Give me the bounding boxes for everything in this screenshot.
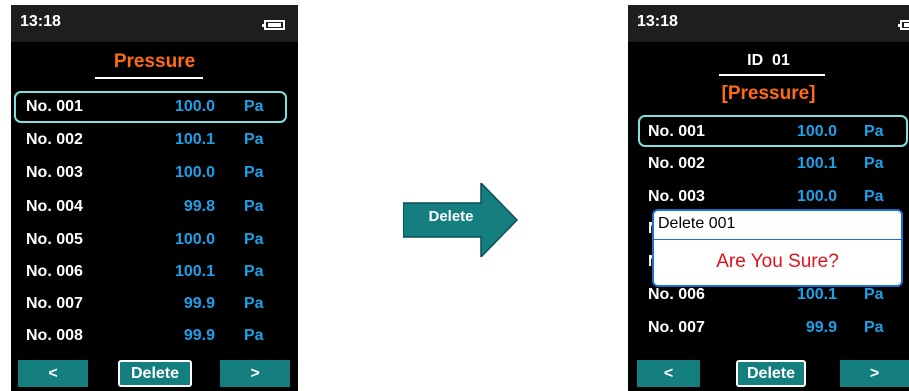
record-unit: Pa — [244, 327, 264, 344]
record-value: 100.1 — [796, 155, 837, 172]
dialog-title: Delete 001 — [658, 215, 736, 232]
record-value: 100.0 — [174, 231, 215, 248]
list-item[interactable]: No. 002 100.1 Pa — [628, 148, 909, 180]
device-screen-left: 13:18 Pressure No. 001 100.0 Pa No. 002 … — [11, 5, 298, 391]
record-value: 99.9 — [183, 327, 215, 344]
page-title: [Pressure] — [721, 83, 816, 104]
record-number: No. 006 — [26, 263, 83, 280]
list-item[interactable]: No. 008 99.9 Pa — [11, 320, 298, 352]
dialog-divider — [654, 239, 901, 240]
record-value: 99.9 — [183, 295, 215, 312]
record-unit: Pa — [864, 319, 884, 336]
list-item[interactable]: No. 007 99.9 Pa — [11, 288, 298, 320]
next-button[interactable]: > — [840, 360, 909, 387]
record-number: No. 002 — [648, 155, 705, 172]
record-unit: Pa — [864, 286, 884, 303]
record-number: No. 004 — [26, 198, 83, 215]
record-unit: Pa — [244, 131, 264, 148]
list-item[interactable]: No. 004 99.8 Pa — [11, 191, 298, 223]
id-underline — [719, 74, 825, 76]
record-value: 99.9 — [805, 319, 837, 336]
list-item[interactable]: No. 006 100.1 Pa — [11, 256, 298, 288]
arrow-label: Delete — [428, 208, 474, 225]
record-value: 100.0 — [796, 123, 837, 140]
record-unit: Pa — [244, 263, 264, 280]
delete-button[interactable]: Delete — [736, 360, 806, 387]
list-item[interactable]: No. 005 100.0 Pa — [11, 224, 298, 256]
confirm-dialog[interactable]: Delete 001 Are You Sure? — [652, 209, 903, 287]
clock: 13:18 — [20, 13, 61, 30]
dialog-message: Are You Sure? — [716, 251, 839, 272]
record-number: No. 007 — [26, 295, 83, 312]
record-value: 99.8 — [183, 198, 215, 215]
list-item[interactable]: No. 001 100.0 Pa — [11, 91, 298, 123]
record-number: No. 007 — [648, 319, 705, 336]
record-unit: Pa — [864, 155, 884, 172]
record-unit: Pa — [864, 188, 884, 205]
record-value: 100.1 — [796, 286, 837, 303]
record-number: No. 003 — [26, 164, 83, 181]
record-unit: Pa — [864, 123, 884, 140]
page-title: Pressure — [113, 51, 196, 72]
battery-icon — [898, 20, 909, 30]
status-bar: 13:18 — [628, 5, 909, 42]
record-number: No. 005 — [26, 231, 83, 248]
record-number: No. 006 — [648, 286, 705, 303]
record-value: 100.0 — [174, 98, 215, 115]
list-item[interactable]: No. 007 99.9 Pa — [628, 312, 909, 344]
record-number: No. 008 — [26, 327, 83, 344]
title-underline — [95, 77, 203, 79]
record-number: No. 001 — [648, 123, 705, 140]
record-unit: Pa — [244, 164, 264, 181]
status-bar: 13:18 — [11, 5, 298, 42]
record-number: No. 003 — [648, 188, 705, 205]
record-value: 100.1 — [174, 131, 215, 148]
prev-button[interactable]: < — [637, 360, 700, 387]
list-item[interactable]: No. 003 100.0 Pa — [11, 157, 298, 189]
record-unit: Pa — [244, 198, 264, 215]
device-screen-right: 13:18 ID 01 [Pressure] No. 001 100.0 Pa … — [628, 5, 909, 391]
record-unit: Pa — [244, 231, 264, 248]
record-id: ID 01 — [747, 52, 790, 69]
record-value: 100.0 — [174, 164, 215, 181]
record-value: 100.1 — [174, 263, 215, 280]
record-number: No. 002 — [26, 131, 83, 148]
record-number: No. 001 — [26, 98, 83, 115]
delete-button[interactable]: Delete — [118, 360, 192, 387]
record-unit: Pa — [244, 295, 264, 312]
list-item[interactable]: No. 001 100.0 Pa — [628, 116, 909, 148]
clock: 13:18 — [637, 13, 678, 30]
list-item[interactable]: No. 002 100.1 Pa — [11, 124, 298, 156]
record-value: 100.0 — [796, 188, 837, 205]
prev-button[interactable]: < — [18, 360, 88, 387]
next-button[interactable]: > — [220, 360, 290, 387]
record-unit: Pa — [244, 98, 264, 115]
battery-icon — [262, 20, 285, 30]
